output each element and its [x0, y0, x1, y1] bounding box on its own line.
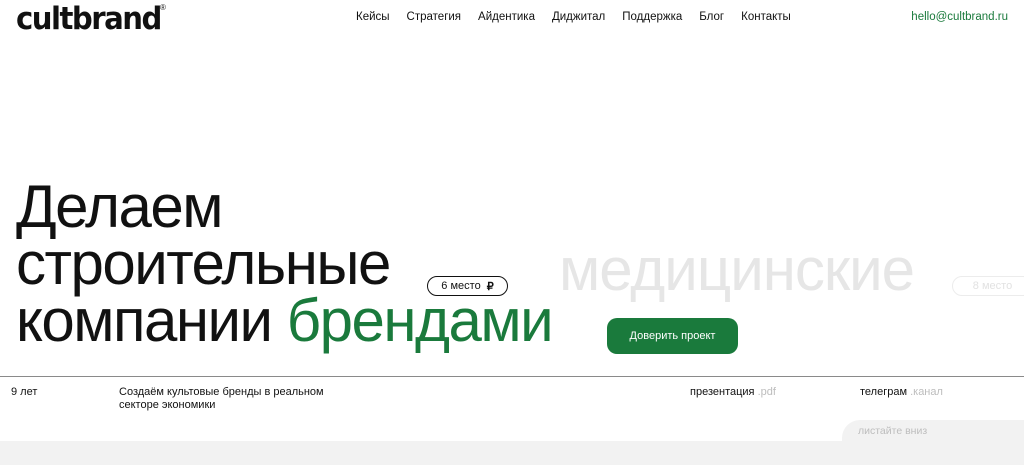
- headline-word-companies: компании: [16, 287, 273, 354]
- nav-item-identity[interactable]: Айдентика: [478, 11, 535, 23]
- years-label: 9 лет: [11, 386, 38, 398]
- telegram-suffix: .канал: [910, 386, 943, 398]
- rating-badge-next: 8 место: [952, 276, 1024, 296]
- cta-button[interactable]: Доверить проект: [607, 318, 738, 354]
- email-link[interactable]: hello@cultbrand.ru: [911, 11, 1008, 23]
- company-description: Создаём культовые бренды в реальном сект…: [119, 386, 324, 411]
- headline-line-1: Делаем: [16, 173, 224, 240]
- nav-item-digital[interactable]: Диджитал: [552, 11, 605, 23]
- telegram-label: телеграм: [860, 386, 908, 398]
- rating-badge: 6 место ₽: [427, 276, 508, 296]
- headline-line-3: компании брендами: [16, 291, 554, 351]
- rating-badge-label: 6 место: [441, 280, 481, 292]
- nav-item-cases[interactable]: Кейсы: [356, 11, 390, 23]
- registered-mark: ®: [160, 3, 166, 12]
- headline-word-brands: брендами: [286, 287, 554, 354]
- rotating-word-next: медицинские: [559, 236, 915, 303]
- presentation-label: презентация: [690, 386, 755, 398]
- next-section-band: [0, 441, 1024, 465]
- divider: [0, 376, 1024, 377]
- nav-item-support[interactable]: Поддержка: [622, 11, 682, 23]
- rating-badge-next-label: 8 место: [972, 280, 1013, 292]
- nav-item-strategy[interactable]: Стратегия: [407, 11, 462, 23]
- rub-sign-icon: ₽: [486, 280, 494, 293]
- nav-item-blog[interactable]: Блог: [699, 11, 724, 23]
- presentation-ext: .pdf: [757, 386, 776, 398]
- logo[interactable]: cultbrand: [16, 0, 162, 38]
- main-nav: Кейсы Стратегия Айдентика Диджитал Подде…: [356, 11, 791, 23]
- telegram-link[interactable]: телеграм .канал: [860, 386, 943, 398]
- hero-headline: Делаем строительные компании брендами: [16, 173, 554, 351]
- presentation-link[interactable]: презентация .pdf: [690, 386, 776, 398]
- scroll-hint-label[interactable]: листайте вниз: [858, 425, 927, 437]
- nav-item-contacts[interactable]: Контакты: [741, 11, 791, 23]
